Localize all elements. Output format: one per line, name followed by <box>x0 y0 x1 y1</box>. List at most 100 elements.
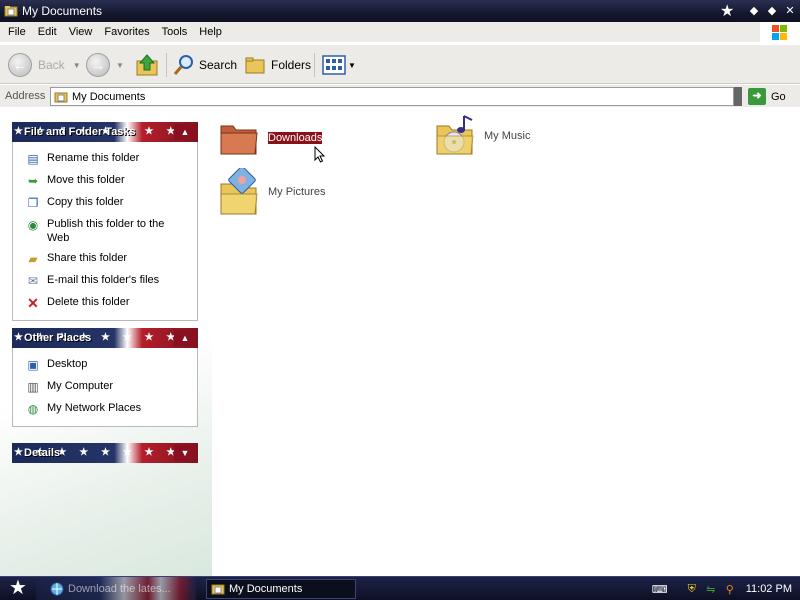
collapse-chevron-icon[interactable]: ▲ <box>174 124 196 140</box>
maximize-button[interactable]: ◆ <box>764 3 780 19</box>
views-icon <box>322 55 346 75</box>
menu-help[interactable]: Help <box>193 26 228 38</box>
email-icon: ✉ <box>27 274 39 288</box>
security-shield-icon[interactable]: ⛨ <box>685 582 699 596</box>
address-dropdown-button[interactable] <box>734 87 742 106</box>
details-panel: ★ ★ ★ ★ ★ ★ ★ ★ ★ ★ ★ ★ ★ ★ Details ▼ <box>12 443 198 463</box>
task-label: Delete this folder <box>47 296 130 308</box>
search-tray-icon[interactable]: ⚲ <box>723 582 737 596</box>
search-icon <box>173 55 193 75</box>
task-label: Download the lates... <box>68 583 171 595</box>
address-input[interactable]: My Documents <box>50 87 734 106</box>
taskbar-task-my-documents[interactable]: My Documents <box>206 579 356 599</box>
panel-body: ▣ Desktop ▥ My Computer ◍ My Network Pla… <box>12 348 198 427</box>
menu-favorites[interactable]: Favorites <box>98 26 155 38</box>
folders-label: Folders <box>271 58 312 72</box>
panel-header[interactable]: ★ ★ ★ ★ ★ ★ ★ ★ ★ ★ ★ ★ ★ ★ Details ▼ <box>12 443 198 463</box>
forward-arrow-icon: → <box>86 53 110 77</box>
go-button[interactable]: ➜ Go <box>748 87 786 106</box>
network-icon[interactable]: ⇋ <box>704 582 718 596</box>
task-share-folder[interactable]: ▰ Share this folder <box>13 248 197 270</box>
music-folder-icon <box>436 115 474 155</box>
file-name: My Pictures <box>268 186 326 198</box>
keyboard-icon[interactable]: ⌨ <box>652 582 668 596</box>
folders-button[interactable]: Folders <box>244 51 311 79</box>
system-tray: ⌨ ⛨ ⇋ ⚲ 11:02 PM <box>652 577 800 600</box>
toolbar: ← Back ▼ → ▼ Search Folders ▼ <box>0 44 800 84</box>
file-view: Downloads My Music My Pictures <box>212 108 800 576</box>
panel-title: Details <box>24 447 61 459</box>
network-places-icon: ◍ <box>27 402 39 416</box>
folder-icon <box>4 6 18 17</box>
address-label: Address <box>5 90 46 102</box>
collapse-chevron-icon[interactable]: ▲ <box>174 330 196 346</box>
views-button[interactable]: ▼ <box>322 51 356 79</box>
task-email-files[interactable]: ✉ E-mail this folder's files <box>13 270 197 292</box>
minimize-button[interactable]: ◆ <box>746 3 762 19</box>
back-dropdown-icon[interactable]: ▼ <box>73 61 81 70</box>
menu-edit[interactable]: Edit <box>32 26 63 38</box>
folder-icon <box>220 125 258 155</box>
task-label: Copy this folder <box>47 196 124 208</box>
share-icon: ▰ <box>28 252 38 266</box>
window-title: My Documents <box>22 4 103 18</box>
file-name: My Music <box>484 130 531 142</box>
task-rename-folder[interactable]: ▤ Rename this folder <box>13 148 197 170</box>
close-button[interactable]: ✕ <box>782 3 798 19</box>
go-label: Go <box>771 90 786 103</box>
views-dropdown-icon[interactable]: ▼ <box>348 61 356 70</box>
back-button[interactable]: ← Back ▼ <box>8 51 81 79</box>
my-computer-icon: ▥ <box>27 380 39 394</box>
up-folder-icon <box>136 54 158 76</box>
taskbar: ★ Download the lates... My Documents ⌨ ⛨… <box>0 576 800 600</box>
forward-dropdown-icon[interactable]: ▼ <box>116 61 124 70</box>
place-my-computer[interactable]: ▥ My Computer <box>13 376 197 398</box>
place-desktop[interactable]: ▣ Desktop <box>13 354 197 376</box>
pictures-folder-icon <box>220 168 258 215</box>
task-move-folder[interactable]: ➥ Move this folder <box>13 170 197 192</box>
up-folder-button[interactable] <box>134 51 160 79</box>
my-documents-icon <box>54 92 68 102</box>
move-icon: ➥ <box>27 174 39 188</box>
task-delete-folder[interactable]: ✕ Delete this folder <box>13 292 197 314</box>
task-label: Move this folder <box>47 174 125 186</box>
search-button[interactable]: Search <box>172 51 237 79</box>
folder-icon <box>211 584 225 595</box>
menu-file[interactable]: File <box>2 26 32 38</box>
panel-title: File and Folder Tasks <box>24 126 136 138</box>
task-label: My Documents <box>229 583 303 595</box>
panel-title: Other Places <box>24 332 92 344</box>
file-item-my-music[interactable]: My Music <box>434 114 530 158</box>
star-icon: ★ <box>720 3 735 20</box>
place-label: My Computer <box>47 380 114 392</box>
rename-icon: ▤ <box>27 152 39 166</box>
place-network[interactable]: ◍ My Network Places <box>13 398 197 420</box>
panel-header[interactable]: ★ ★ ★ ★ ★ ★ ★ ★ ★ ★ ★ ★ ★ ★ File and Fol… <box>12 122 198 142</box>
task-publish-web[interactable]: ◉ Publish this folder to the Web <box>13 214 197 248</box>
folders-icon <box>245 57 265 74</box>
file-item-downloads[interactable]: Downloads <box>218 118 326 163</box>
task-label: Rename this folder <box>47 152 140 164</box>
task-label: Share this folder <box>47 252 128 264</box>
go-arrow-icon: ➜ <box>748 88 766 105</box>
task-label: E-mail this folder's files <box>47 274 160 286</box>
address-bar: Address My Documents ➜ Go <box>0 85 800 107</box>
panel-header[interactable]: ★ ★ ★ ★ ★ ★ ★ ★ ★ ★ ★ ★ ★ ★ Other Places… <box>12 328 198 348</box>
mouse-cursor-icon <box>314 146 326 163</box>
task-label: Publish this folder to the Web <box>47 218 165 244</box>
toolbar-separator <box>314 53 315 77</box>
clock[interactable]: 11:02 PM <box>746 583 792 595</box>
desktop-icon: ▣ <box>27 358 39 372</box>
search-label: Search <box>199 58 238 72</box>
menu-tools[interactable]: Tools <box>156 26 194 38</box>
taskbar-task-download[interactable]: Download the lates... <box>46 579 196 599</box>
file-item-my-pictures[interactable]: My Pictures <box>218 168 325 216</box>
title-bar: My Documents ★ ◆ ◆ ✕ <box>0 0 800 22</box>
forward-button[interactable]: → ▼ <box>86 51 124 79</box>
start-button[interactable]: ★ <box>0 577 36 600</box>
menu-bar: File Edit View Favorites Tools Help <box>0 22 800 42</box>
expand-chevron-icon[interactable]: ▼ <box>174 445 196 461</box>
menu-view[interactable]: View <box>63 26 99 38</box>
task-copy-folder[interactable]: ❐ Copy this folder <box>13 192 197 214</box>
publish-web-icon: ◉ <box>27 218 39 232</box>
